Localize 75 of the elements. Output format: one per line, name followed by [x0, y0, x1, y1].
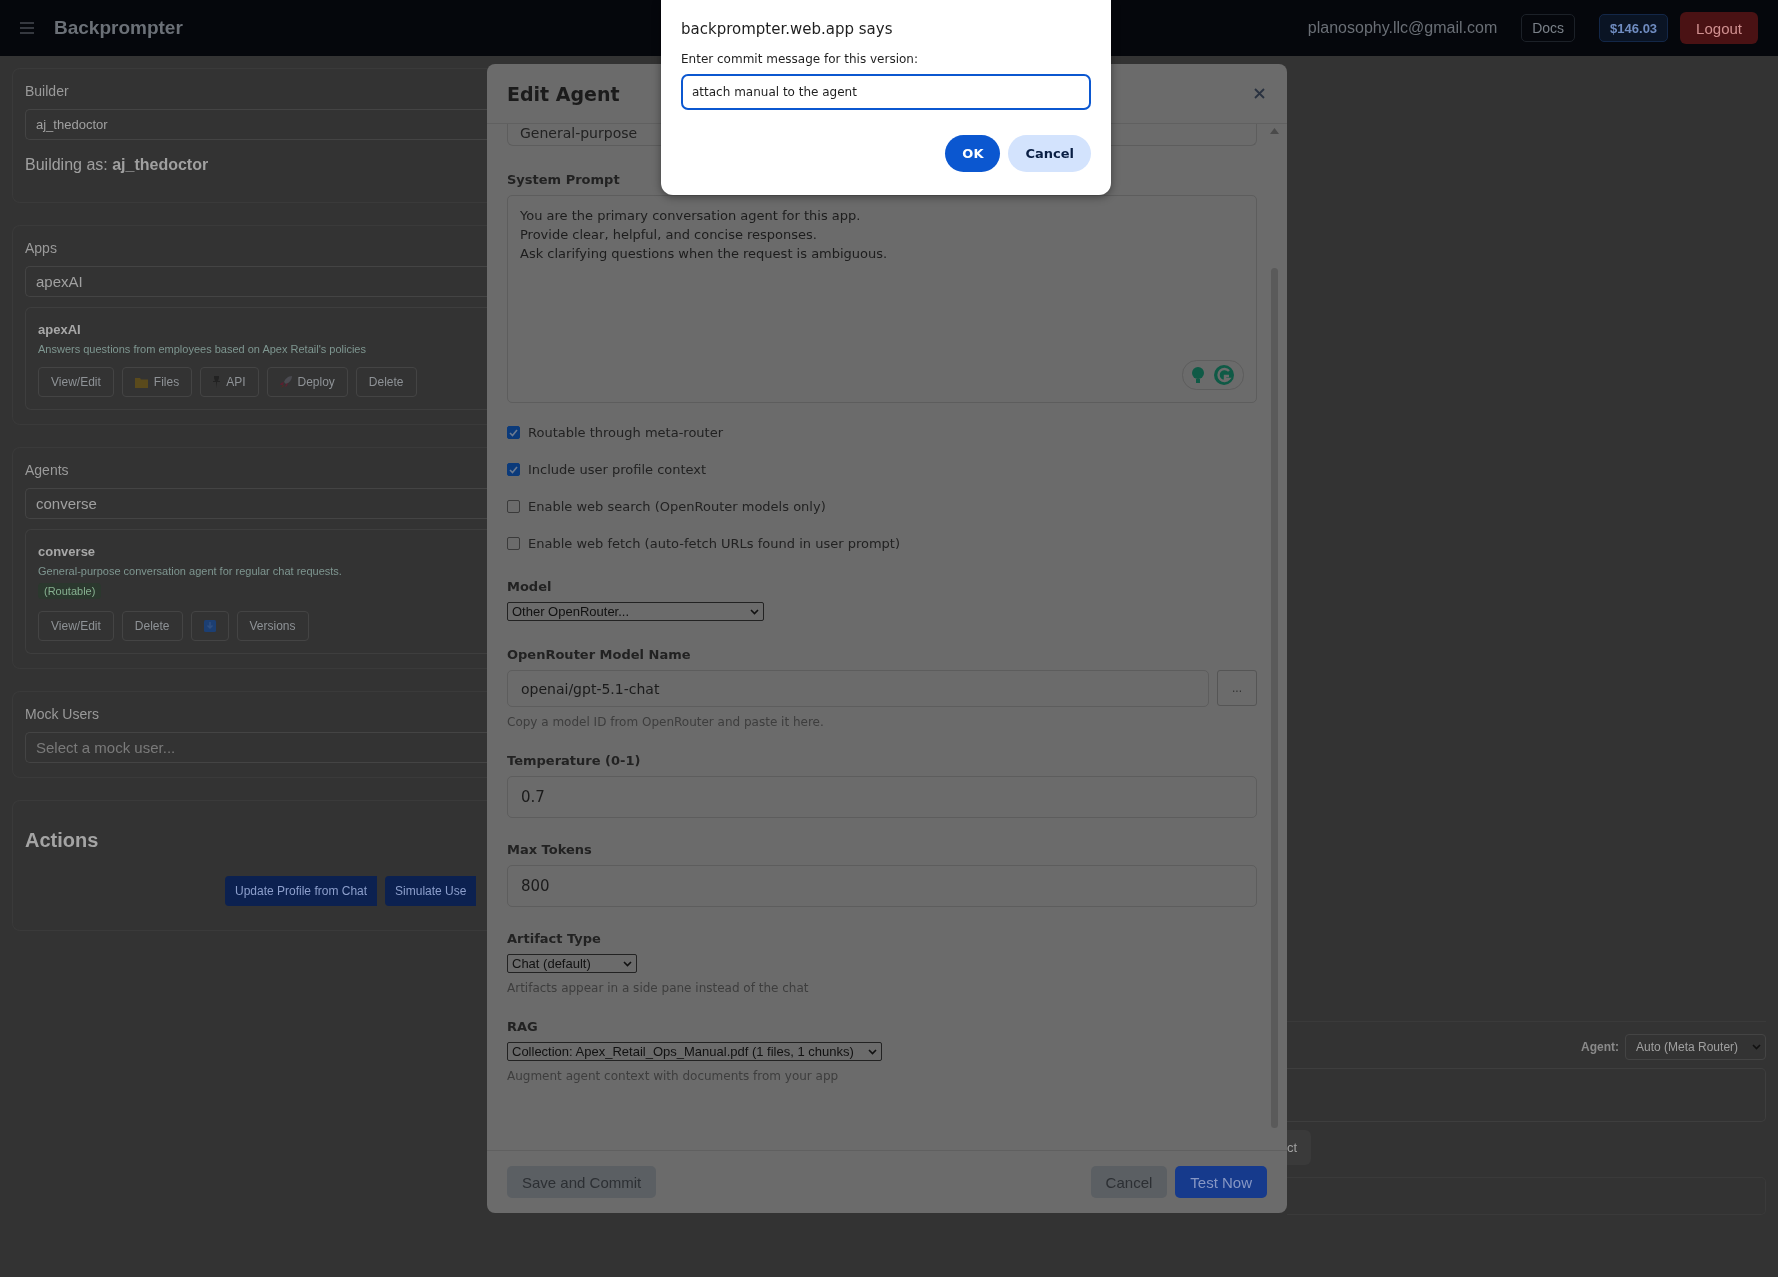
- item-button[interactable]: Files: [121, 367, 193, 397]
- close-icon[interactable]: [1254, 88, 1265, 99]
- docs-button[interactable]: Docs: [1521, 14, 1576, 42]
- field-label: Model: [507, 579, 553, 594]
- app-title: Backprompter: [54, 17, 183, 39]
- cancel-button[interactable]: Cancel: [1008, 135, 1091, 172]
- app-select[interactable]: apexAI: [25, 266, 487, 297]
- checkbox-option[interactable]: Routable through meta-router: [507, 425, 1257, 440]
- checkbox[interactable]: [507, 500, 520, 513]
- menu-icon[interactable]: [20, 22, 34, 34]
- checkbox[interactable]: [507, 537, 520, 550]
- temperature-field[interactable]: 0.7: [507, 776, 1257, 818]
- dialog-title: backprompter.web.app says: [681, 20, 894, 38]
- checkbox-option[interactable]: Include user profile context: [507, 462, 1257, 477]
- item-button[interactable]: Deploy: [266, 367, 348, 397]
- checkbox[interactable]: [507, 426, 520, 439]
- card-title: Agents: [25, 462, 70, 478]
- commit-message-field[interactable]: attach manual to the agent: [681, 74, 1091, 110]
- checkbox-option[interactable]: Enable web search (OpenRouter models only): [507, 499, 1257, 514]
- agent-router-select[interactable]: Auto (Meta Router): [1625, 1034, 1766, 1060]
- card-title: Apps: [25, 240, 58, 256]
- chat-button[interactable]: ct: [1287, 1130, 1312, 1165]
- item-button[interactable]: Versions: [236, 611, 309, 641]
- max-tokens-field[interactable]: 800: [507, 865, 1257, 907]
- chevron-down-icon: [868, 1048, 877, 1055]
- assistant-icons[interactable]: [1182, 360, 1244, 390]
- chat-input[interactable]: [1287, 1068, 1766, 1122]
- artifact-select[interactable]: Chat (default): [507, 954, 637, 973]
- card-title: Mock Users: [25, 706, 100, 722]
- download-icon: [203, 620, 216, 632]
- balance-button[interactable]: $146.03: [1599, 14, 1669, 42]
- ok-button[interactable]: OK: [945, 135, 1001, 172]
- field-label: Max Tokens: [507, 842, 593, 857]
- agent-select[interactable]: converse: [25, 488, 487, 519]
- chevron-down-icon: [750, 608, 759, 615]
- item-description: General-purpose conversation agent for regular chat requests.: [38, 565, 343, 577]
- rocket-icon: [279, 376, 292, 388]
- agent-label: Agent:: [1581, 1040, 1619, 1054]
- scroll-up-icon[interactable]: [1269, 128, 1279, 134]
- building-as-text: Building as: aj_thedoctor: [25, 156, 210, 174]
- user-email: planosophy.llc@gmail.com: [1307, 19, 1498, 37]
- item-button[interactable]: Delete: [121, 611, 183, 641]
- download-button[interactable]: [190, 611, 229, 641]
- browse-button[interactable]: ...: [1217, 670, 1257, 706]
- field-label: System Prompt: [507, 172, 621, 187]
- card-title: Builder: [25, 83, 70, 99]
- logout-button[interactable]: Logout: [1680, 12, 1758, 44]
- field-label: Temperature (0-1): [507, 753, 642, 768]
- routable-badge: (Routable): [38, 583, 102, 599]
- dialog-message: Enter commit message for this version:: [681, 52, 919, 66]
- item-name: converse: [38, 544, 97, 559]
- model-name-field[interactable]: openai/gpt-5.1-chat: [507, 670, 1209, 707]
- builder-select[interactable]: aj_thedoctor: [25, 109, 487, 140]
- checkbox-option[interactable]: Enable web fetch (auto-fetch URLs found in user prompt): [507, 536, 1257, 551]
- item-button[interactable]: Delete: [355, 367, 417, 397]
- item-description: Answers questions from employees based on Apex Retail's policies: [38, 343, 367, 355]
- mock-user-select[interactable]: Select a mock user...: [25, 732, 487, 763]
- field-label: Artifact Type: [507, 931, 602, 946]
- chevron-down-icon: [1752, 1044, 1761, 1050]
- item-button[interactable]: API: [200, 367, 259, 397]
- action-button[interactable]: Simulate Use: [385, 876, 477, 906]
- item-name: apexAI: [38, 322, 82, 337]
- card-title: Actions: [25, 829, 100, 852]
- field-label: RAG: [507, 1019, 539, 1034]
- rag-select[interactable]: Collection: Apex_Retail_Ops_Manual.pdf (1 files, 1 chunks): [507, 1042, 882, 1061]
- action-button[interactable]: Update Profile from Chat: [225, 876, 378, 906]
- item-button[interactable]: View/Edit: [38, 611, 114, 641]
- chevron-down-icon: [623, 960, 632, 967]
- modal-title: Edit Agent: [507, 82, 620, 105]
- model-select[interactable]: Other OpenRouter...: [507, 602, 764, 621]
- checkbox[interactable]: [507, 463, 520, 476]
- test-now-button[interactable]: Test Now: [1175, 1166, 1267, 1198]
- folder-icon: [134, 376, 148, 388]
- item-button[interactable]: View/Edit: [38, 367, 114, 397]
- field-label: OpenRouter Model Name: [507, 647, 692, 662]
